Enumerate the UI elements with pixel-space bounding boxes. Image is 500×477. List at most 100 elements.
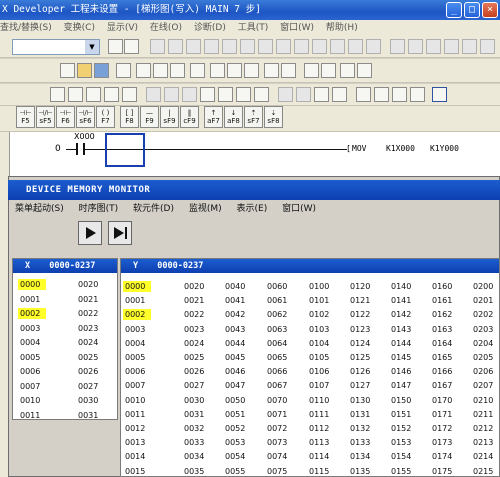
y-cell-0060[interactable]: 0060 (265, 281, 293, 292)
y-cell-0030[interactable]: 0030 (182, 395, 210, 406)
menu-tools[interactable]: 工具(T) (238, 23, 269, 33)
y-cell-0052[interactable]: 0052 (223, 423, 251, 434)
monitor-menu-device[interactable]: 软元件(D) (133, 204, 174, 214)
y-cell-0212[interactable]: 0212 (471, 423, 499, 434)
y-cell-0023[interactable]: 0023 (182, 324, 210, 335)
open-folder-icon[interactable] (77, 63, 92, 78)
y-cell-0001[interactable]: 0001 (123, 295, 151, 306)
y-cell-0140[interactable]: 0140 (389, 281, 417, 292)
toolbar-icon[interactable] (278, 87, 293, 102)
y-cell-0173[interactable]: 0173 (430, 437, 458, 448)
y-cell-0014[interactable]: 0014 (123, 451, 151, 462)
y-cell-0166[interactable]: 0166 (430, 366, 458, 377)
toolbar-icon[interactable] (432, 87, 447, 102)
menu-diagnosis[interactable]: 诊断(D) (194, 23, 226, 33)
y-cell-0132[interactable]: 0132 (348, 423, 376, 434)
fkey-icon[interactable] (408, 39, 423, 54)
monitor-write-icon[interactable] (357, 63, 372, 78)
y-cell-0074[interactable]: 0074 (265, 451, 293, 462)
y-cell-0025[interactable]: 0025 (182, 352, 210, 363)
toolbar-icon[interactable] (254, 87, 269, 102)
y-cell-0162[interactable]: 0162 (430, 309, 458, 320)
x-cell-0005[interactable]: 0005 (18, 352, 46, 363)
y-cell-0067[interactable]: 0067 (265, 380, 293, 391)
y-cell-0105[interactable]: 0105 (307, 352, 335, 363)
y-cell-0046[interactable]: 0046 (223, 366, 251, 377)
close-button[interactable]: × (482, 2, 498, 18)
y-cell-0112[interactable]: 0112 (307, 423, 335, 434)
menu-window[interactable]: 窗口(W) (280, 23, 314, 33)
y-cell-0026[interactable]: 0026 (182, 366, 210, 377)
y-cell-0111[interactable]: 0111 (307, 409, 335, 420)
fkey-button[interactable]: ‖ cF9 (180, 106, 199, 128)
y-cell-0142[interactable]: 0142 (389, 309, 417, 320)
y-cell-0000[interactable]: 0000 (123, 281, 151, 292)
y-cell-0007[interactable]: 0007 (123, 380, 151, 391)
toolbar-icon[interactable] (392, 87, 407, 102)
fkey-icon[interactable] (186, 39, 201, 54)
x-cell-0026[interactable]: 0026 (76, 366, 104, 377)
toolbar-icon[interactable] (374, 87, 389, 102)
y-cell-0121[interactable]: 0121 (348, 295, 376, 306)
menu-online[interactable]: 在线(O) (150, 23, 182, 33)
fkey-icon[interactable] (366, 39, 381, 54)
read-icon[interactable] (281, 63, 296, 78)
y-cell-0015[interactable]: 0015 (123, 466, 151, 477)
y-cell-0071[interactable]: 0071 (265, 409, 293, 420)
y-cell-0125[interactable]: 0125 (348, 352, 376, 363)
y-cell-0003[interactable]: 0003 (123, 324, 151, 335)
y-cell-0002[interactable]: 0002 (123, 309, 151, 321)
y-cell-0050[interactable]: 0050 (223, 395, 251, 406)
x-cell-0007[interactable]: 0007 (18, 381, 46, 392)
y-cell-0010[interactable]: 0010 (123, 395, 151, 406)
y-cell-0143[interactable]: 0143 (389, 324, 417, 335)
print-icon[interactable] (116, 63, 131, 78)
fkey-icon[interactable] (426, 39, 441, 54)
y-cell-0013[interactable]: 0013 (123, 437, 151, 448)
y-cell-0110[interactable]: 0110 (307, 395, 335, 406)
y-cell-0123[interactable]: 0123 (348, 324, 376, 335)
fkey-icon[interactable] (240, 39, 255, 54)
x-cell-0025[interactable]: 0025 (76, 352, 104, 363)
y-cell-0211[interactable]: 0211 (471, 409, 499, 420)
menu-convert[interactable]: 变换(C) (64, 23, 95, 33)
ladder-editor[interactable]: 0 X000 [ MOV K1X000 K1Y000 (10, 132, 500, 176)
y-cell-0127[interactable]: 0127 (348, 380, 376, 391)
x-cell-0003[interactable]: 0003 (18, 323, 46, 334)
x-cell-0004[interactable]: 0004 (18, 337, 46, 348)
y-cell-0130[interactable]: 0130 (348, 395, 376, 406)
undo-icon[interactable] (190, 63, 205, 78)
fkey-button[interactable]: ⊣/⊢ sF5 (36, 106, 55, 128)
y-cell-0064[interactable]: 0064 (265, 338, 293, 349)
y-cell-0073[interactable]: 0073 (265, 437, 293, 448)
toolbar-icon[interactable] (332, 87, 347, 102)
comment-icon[interactable] (104, 87, 119, 102)
x-cell-0001[interactable]: 0001 (18, 294, 46, 305)
y-cell-0122[interactable]: 0122 (348, 309, 376, 320)
y-cell-0012[interactable]: 0012 (123, 423, 151, 434)
y-cell-0066[interactable]: 0066 (265, 366, 293, 377)
y-cell-0174[interactable]: 0174 (430, 451, 458, 462)
y-cell-0202[interactable]: 0202 (471, 309, 499, 320)
y-cell-0053[interactable]: 0053 (223, 437, 251, 448)
toolbar-icon[interactable] (314, 87, 329, 102)
find-device-icon[interactable] (227, 63, 242, 78)
y-cell-0115[interactable]: 0115 (307, 466, 335, 477)
y-cell-0153[interactable]: 0153 (389, 437, 417, 448)
fkey-button[interactable]: ( ) F7 (96, 106, 115, 128)
y-cell-0161[interactable]: 0161 (430, 295, 458, 306)
y-cell-0171[interactable]: 0171 (430, 409, 458, 420)
y-cell-0042[interactable]: 0042 (223, 309, 251, 320)
list-view-icon[interactable] (68, 87, 83, 102)
y-cell-0102[interactable]: 0102 (307, 309, 335, 320)
y-cell-0024[interactable]: 0024 (182, 338, 210, 349)
y-cell-0131[interactable]: 0131 (348, 409, 376, 420)
fkey-button[interactable]: ⊣⊢ F5 (16, 106, 35, 128)
y-cell-0213[interactable]: 0213 (471, 437, 499, 448)
write-icon[interactable] (264, 63, 279, 78)
y-cell-0214[interactable]: 0214 (471, 451, 499, 462)
maximize-button[interactable]: □ (464, 2, 480, 18)
fkey-icon[interactable] (294, 39, 309, 54)
y-cell-0005[interactable]: 0005 (123, 352, 151, 363)
monitor-menu-timing[interactable]: 时序图(T) (79, 204, 119, 214)
